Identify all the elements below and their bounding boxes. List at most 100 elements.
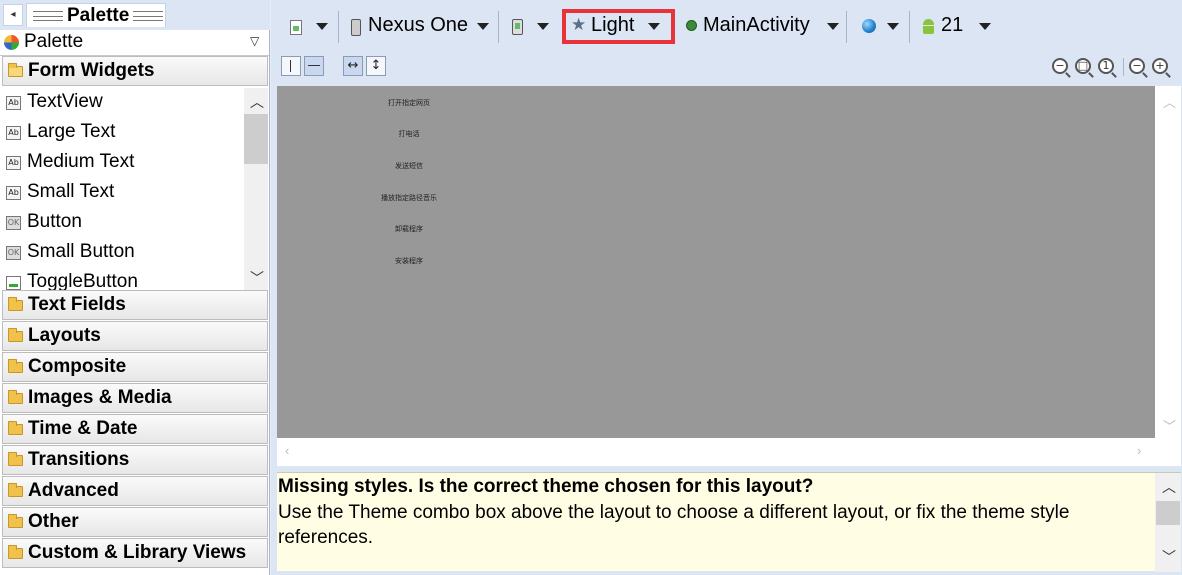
scroll-right-icon[interactable]: › (1137, 443, 1141, 458)
scroll-up-icon[interactable]: ︿ (250, 92, 264, 112)
toggle-fill-width-button[interactable]: ↔ (343, 56, 363, 76)
message-scrollbar[interactable]: ︿ ﹀ (1155, 473, 1181, 572)
canvas-item[interactable]: 安装程序 (381, 256, 437, 266)
zoom-out-icon[interactable]: − (1129, 58, 1145, 74)
android-icon (921, 19, 936, 34)
device-label: Nexus One (368, 14, 469, 36)
category-layouts[interactable]: Layouts (2, 321, 268, 351)
widget-label: ToggleButton (27, 271, 138, 290)
palette-selector-label: Palette (24, 31, 84, 52)
toolbar-divider (338, 11, 339, 43)
scroll-down-icon[interactable]: ﹀ (1163, 416, 1176, 435)
text-widget-icon: Ab (6, 126, 21, 140)
star-icon: ★ (571, 15, 587, 34)
error-title: Missing styles. Is the correct theme cho… (278, 476, 814, 497)
category-transitions[interactable]: Transitions (2, 445, 268, 475)
canvas-item[interactable]: 打开指定网页 (381, 98, 437, 108)
device-dropdown[interactable]: Nexus One (341, 11, 493, 41)
scroll-down-icon[interactable]: ﹀ (1162, 547, 1176, 567)
widget-item-togglebutton[interactable]: ToggleButton (0, 268, 244, 290)
scroll-up-icon[interactable]: ︿ (1163, 92, 1176, 111)
category-custom-library-views[interactable]: Custom & Library Views (2, 538, 268, 568)
widget-label: Medium Text (27, 151, 135, 172)
folder-icon (8, 359, 23, 373)
button-widget-icon: OK (6, 246, 21, 260)
zoom-out-icon[interactable]: − (1052, 58, 1068, 74)
widget-item-medium-text[interactable]: Ab Medium Text (0, 148, 244, 178)
collapse-palette-button[interactable]: ◂ (3, 4, 23, 26)
orientation-dropdown[interactable] (503, 11, 553, 41)
configuration-dropdown[interactable] (271, 11, 333, 41)
widget-list-scrollbar[interactable]: ︿ ﹀ (244, 88, 268, 290)
canvas-vertical-scrollbar[interactable]: ︿ ﹀ (1155, 86, 1181, 438)
zoom-in-icon[interactable]: + (1152, 58, 1168, 74)
grip-icon (33, 11, 63, 21)
chevron-down-icon: ▽ (250, 34, 260, 48)
widget-label: Button (27, 211, 82, 232)
scroll-thumb[interactable] (1156, 501, 1180, 525)
category-form-widgets[interactable]: Form Widgets (2, 56, 268, 86)
scroll-left-icon[interactable]: ‹ (285, 443, 289, 458)
error-message-panel: Missing styles. Is the correct theme cho… (277, 472, 1181, 572)
arrows-vertical-icon: ↕ (370, 58, 382, 73)
scroll-thumb[interactable] (244, 114, 268, 164)
palette-selector[interactable]: Palette ▽ (0, 30, 269, 56)
category-label: Layouts (28, 325, 101, 346)
theme-label: Light (591, 14, 635, 36)
activity-dropdown[interactable]: MainActivity (679, 11, 839, 41)
canvas-item[interactable]: 播放指定路径音乐 (381, 193, 437, 203)
toggle-fill-height-button[interactable]: ↕ (366, 56, 386, 76)
theme-dropdown[interactable]: ★ Light (562, 9, 675, 44)
grip-icon (133, 11, 163, 21)
open-folder-icon (8, 63, 23, 77)
text-widget-icon: Ab (6, 96, 21, 110)
widget-label: Large Text (27, 121, 116, 142)
chevron-down-icon (648, 23, 660, 30)
zoom-actual-size-icon[interactable]: 1 (1098, 58, 1114, 74)
widget-item-small-text[interactable]: Ab Small Text (0, 178, 244, 208)
category-label: Text Fields (28, 294, 126, 315)
locale-dropdown[interactable] (851, 11, 903, 41)
category-images-media[interactable]: Images & Media (2, 383, 268, 413)
folder-icon (8, 297, 23, 311)
palette-icon (4, 35, 19, 50)
palette-tab-label: Palette (67, 5, 130, 26)
category-advanced[interactable]: Advanced (2, 476, 268, 506)
category-label: Composite (28, 356, 127, 377)
palette-tab[interactable]: Palette (26, 3, 166, 27)
api-level-dropdown[interactable]: 21 (913, 11, 995, 41)
arrows-horizontal-icon: ↔ (347, 58, 359, 73)
folder-icon (8, 421, 23, 435)
palette-header: ◂ Palette (0, 0, 270, 30)
scroll-up-icon[interactable]: ︿ (1162, 477, 1176, 497)
folder-icon (8, 452, 23, 466)
widget-item-button[interactable]: OK Button (0, 208, 244, 238)
category-label: Time & Date (28, 418, 138, 439)
canvas-item[interactable]: 打电话 (381, 129, 437, 139)
category-label: Other (28, 511, 79, 532)
layout-canvas[interactable]: 打开指定网页 打电话 发送短信 播放指定路径音乐 卸载程序 安装程序 (277, 86, 1155, 438)
canvas-item[interactable]: 发送短信 (381, 161, 437, 171)
category-other[interactable]: Other (2, 507, 268, 537)
widget-item-textview[interactable]: Ab TextView (0, 88, 244, 118)
toolbar-divider (1123, 58, 1124, 76)
toolbar-divider (498, 11, 499, 43)
category-time-date[interactable]: Time & Date (2, 414, 268, 444)
widget-item-large-text[interactable]: Ab Large Text (0, 118, 244, 148)
category-composite[interactable]: Composite (2, 352, 268, 382)
category-text-fields[interactable]: Text Fields (2, 290, 268, 320)
category-label: Custom & Library Views (28, 542, 247, 563)
layout-file-icon (290, 20, 302, 35)
folder-icon (8, 545, 23, 559)
zoom-fit-icon[interactable]: □ (1075, 58, 1091, 74)
canvas-horizontal-scrollbar[interactable]: ‹ › (277, 438, 1155, 466)
canvas-item[interactable]: 卸载程序 (381, 224, 437, 234)
device-icon (351, 19, 361, 36)
text-widget-icon: Ab (6, 156, 21, 170)
vertical-layout-button[interactable] (281, 56, 301, 76)
toggle-widget-icon (6, 276, 21, 290)
scroll-down-icon[interactable]: ﹀ (250, 268, 264, 288)
activity-icon (686, 20, 697, 31)
horizontal-layout-button[interactable] (304, 56, 324, 76)
widget-item-small-button[interactable]: OK Small Button (0, 238, 244, 268)
